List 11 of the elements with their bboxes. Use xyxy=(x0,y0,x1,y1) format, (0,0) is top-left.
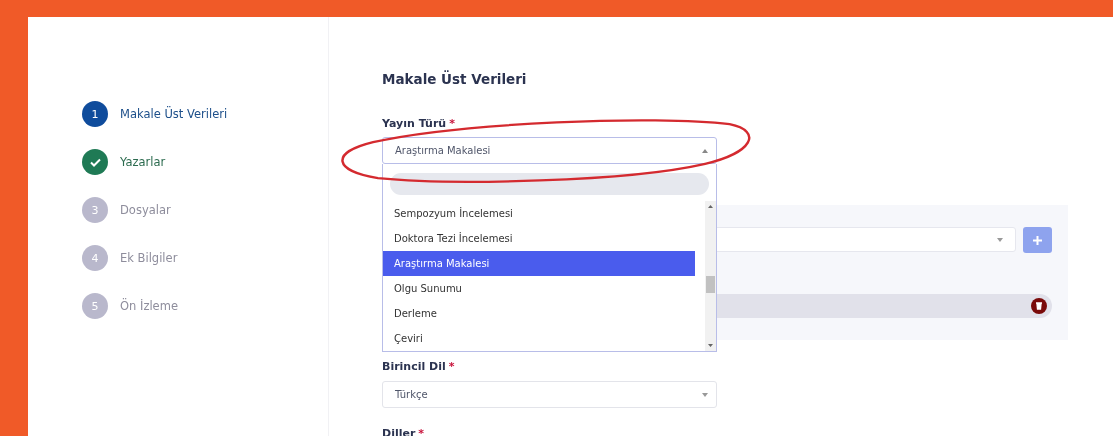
step-number: 5 xyxy=(82,293,108,319)
field-label: Yayın Türü xyxy=(382,116,447,130)
step-number: 4 xyxy=(82,245,108,271)
required-mark: * xyxy=(418,426,425,436)
field-label: Birincil Dil xyxy=(382,359,446,373)
field-label: Diller xyxy=(382,426,416,436)
step-number: 1 xyxy=(82,101,108,127)
section-title: Makale Üst Verileri xyxy=(382,71,527,87)
step-number: 3 xyxy=(82,197,108,223)
required-mark: * xyxy=(449,116,455,130)
required-mark: * xyxy=(448,359,455,373)
